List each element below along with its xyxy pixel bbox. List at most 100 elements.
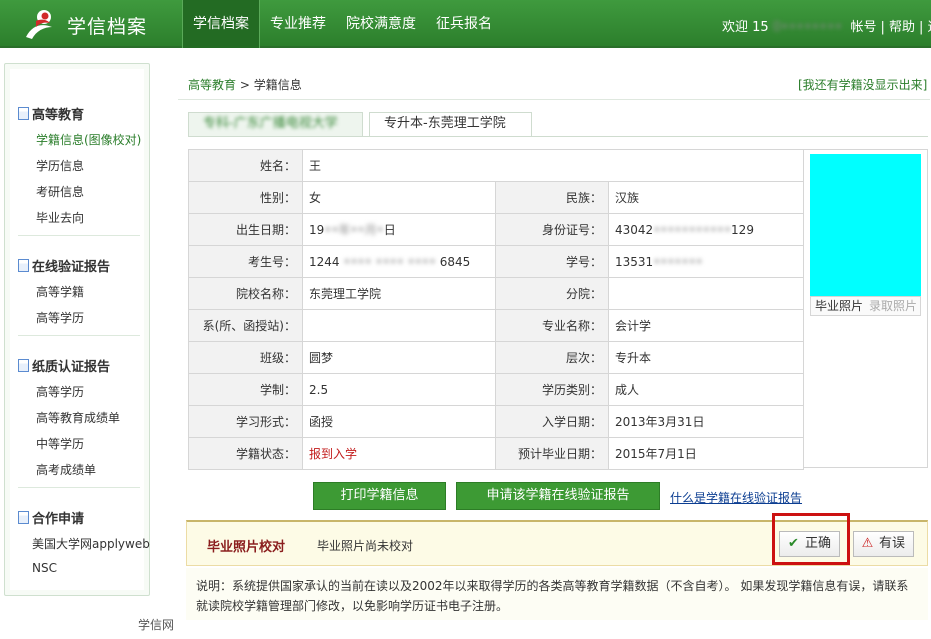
tab-divider: [188, 136, 928, 137]
logout-link[interactable]: 退: [928, 20, 931, 35]
document-icon: [18, 259, 29, 272]
id-prefix: 43042: [615, 222, 654, 237]
nav-military-enroll[interactable]: 征兵报名: [426, 0, 502, 48]
sidebar-item-nsc[interactable]: NSC: [32, 561, 57, 575]
gender-value: 女: [302, 181, 496, 214]
enroll-date-label: 入学日期：: [495, 405, 609, 438]
main-nav: 学信档案 专业推荐 院校满意度 征兵报名: [182, 0, 502, 48]
level-label: 层次：: [495, 341, 609, 374]
sidebar-item-postgrad-exam[interactable]: 考研信息: [36, 183, 84, 200]
logo-icon: [26, 10, 52, 39]
correct-button[interactable]: ✔ 正确: [779, 531, 841, 557]
table-row: 考生号： 1244 •••• •••• •••• 6845 学号： 13531•…: [188, 245, 804, 278]
user-bar: 欢迎 150•••••••• 帐号| 帮助| 退: [722, 16, 931, 35]
print-button[interactable]: 打印学籍信息: [313, 482, 446, 510]
breadcrumb-separator: >: [239, 78, 250, 92]
top-bar: 学信档案 学信档案 专业推荐 院校满意度 征兵报名 欢迎 15 0••••••••…: [0, 0, 931, 48]
table-row: 性别： 女 民族： 汉族: [188, 181, 804, 214]
study-form-label: 学习形式：: [188, 405, 303, 438]
photo-check-bar: 毕业照片校对 毕业照片尚未校对 ✔ 正确 ⚠ 有误: [186, 513, 928, 566]
photo-check-status: 毕业照片尚未校对: [317, 539, 414, 553]
id-label: 身份证号：: [495, 213, 609, 246]
sidebar-item-graduation-destination[interactable]: 毕业去向: [36, 209, 84, 226]
sidebar-section-paper-report: 纸质认证报告: [18, 356, 110, 375]
apply-report-button[interactable]: 申请该学籍在线验证报告: [456, 482, 660, 510]
sidebar-item-online-degree[interactable]: 高等学历: [36, 309, 84, 326]
nav-school-satisfaction[interactable]: 院校满意度: [336, 0, 426, 48]
tab-upgrade-bachelor[interactable]: 专升本-东莞理工学院: [369, 112, 532, 136]
graduation-photo: [810, 154, 921, 296]
class-label: 班级：: [188, 341, 303, 374]
sidebar-divider: [18, 235, 140, 236]
wrong-button[interactable]: ⚠ 有误: [853, 531, 915, 557]
nav-xuexin-archive[interactable]: 学信档案: [182, 0, 260, 48]
birth-suffix: 日: [383, 223, 396, 237]
sidebar: 高等教育 学籍信息(图像校对) 学历信息 考研信息 毕业去向 在线验证报告 高等…: [4, 63, 150, 596]
sidebar-item-applyweb[interactable]: 美国大学网applyweb: [32, 535, 150, 552]
sidebar-item-gaokao-score[interactable]: 高考成绩单: [36, 461, 96, 478]
birth-label: 出生日期：: [188, 213, 303, 246]
correct-label: 正确: [805, 536, 832, 551]
breadcrumb-higher-edu[interactable]: 高等教育: [188, 78, 236, 92]
help-link[interactable]: 帮助: [889, 20, 915, 35]
tab-label: 专科-广东广播电视大学: [203, 116, 338, 131]
dept-label: 系(所、函授站)：: [188, 309, 303, 342]
sidebar-item-transcript[interactable]: 高等教育成绩单: [36, 409, 120, 426]
what-is-report-link[interactable]: 什么是学籍在线验证报告: [670, 489, 802, 506]
masked-id: •••••••••••: [653, 222, 732, 237]
status-value: 报到入学: [302, 437, 496, 470]
welcome-text: 欢迎 15: [722, 20, 769, 35]
student-no-value: 13531•••••••: [608, 245, 804, 278]
exam-no-label: 考生号：: [188, 245, 303, 278]
gender-label: 性别：: [188, 181, 303, 214]
name-value: 王: [302, 149, 804, 182]
category-value: 成人: [608, 373, 804, 406]
wrong-label: 有误: [879, 536, 906, 551]
sidebar-item-enrollment-info[interactable]: 学籍信息(图像校对): [36, 131, 141, 148]
table-row: 姓名： 王: [188, 149, 804, 182]
category-label: 学历类别：: [495, 373, 609, 406]
header-divider: [178, 99, 930, 100]
photo-check-title: 毕业照片校对: [207, 540, 286, 555]
table-row: 班级： 圆梦 层次： 专升本: [188, 341, 804, 374]
sidebar-item-online-enrollment[interactable]: 高等学籍: [36, 283, 84, 300]
sidebar-section-higher-edu: 高等教育: [18, 104, 84, 123]
sidebar-section-online-report: 在线验证报告: [18, 256, 110, 275]
graduation-photo-label[interactable]: 毕业照片: [811, 297, 863, 315]
missing-enrollment-link[interactable]: [我还有学籍没显示出来]: [798, 76, 927, 93]
table-row: 出生日期： 19••年••月•日 身份证号： 43042•••••••••••1…: [188, 213, 804, 246]
sidebar-divider: [18, 487, 140, 488]
account-link[interactable]: 帐号: [850, 20, 876, 35]
admission-photo-label[interactable]: 录取照片: [863, 297, 917, 315]
sidebar-item-degree-info[interactable]: 学历信息: [36, 157, 84, 174]
document-icon: [18, 511, 29, 524]
level-value: 专升本: [608, 341, 804, 374]
id-suffix: 129: [731, 222, 754, 237]
sidebar-inner: 高等教育 学籍信息(图像校对) 学历信息 考研信息 毕业去向 在线验证报告 高等…: [10, 69, 150, 590]
checkmark-icon: ✔: [788, 536, 799, 551]
document-icon: [18, 359, 29, 372]
birth-year-prefix: 19: [309, 223, 325, 237]
table-row: 学籍状态： 报到入学 预计毕业日期： 2015年7月1日: [188, 437, 804, 470]
branch-value: [608, 277, 804, 310]
major-label: 专业名称：: [495, 309, 609, 342]
table-row: 系(所、函授站)： 专业名称： 会计学: [188, 309, 804, 342]
sidebar-item-paper-degree[interactable]: 高等学历: [36, 383, 84, 400]
masked-phone: 0••••••••: [772, 20, 843, 35]
document-icon: [18, 107, 29, 120]
masked-birthdate: ••年••月•: [324, 223, 384, 237]
dept-value: [302, 309, 496, 342]
table-row: 学习形式： 函授 入学日期： 2013年3月31日: [188, 405, 804, 438]
duration-value: 2.5: [302, 373, 496, 406]
exam-no-value: 1244 •••• •••• •••• 6845: [302, 245, 496, 278]
birth-value: 19••年••月•日: [302, 213, 496, 246]
tab-junior-college[interactable]: 专科-广东广播电视大学: [188, 112, 363, 136]
masked-student-no: •••••••: [653, 254, 703, 269]
notice-text: 说明：系统提供国家承认的当前在读以及2002年以来取得学历的各类高等教育学籍数据…: [186, 568, 928, 620]
branch-label: 分院：: [495, 277, 609, 310]
sidebar-item-secondary-degree[interactable]: 中等学历: [36, 435, 84, 452]
grad-date-label: 预计毕业日期：: [495, 437, 609, 470]
footer-text: 学信网: [138, 618, 175, 632]
nav-major-recommend[interactable]: 专业推荐: [260, 0, 336, 48]
id-value: 43042•••••••••••129: [608, 213, 804, 246]
